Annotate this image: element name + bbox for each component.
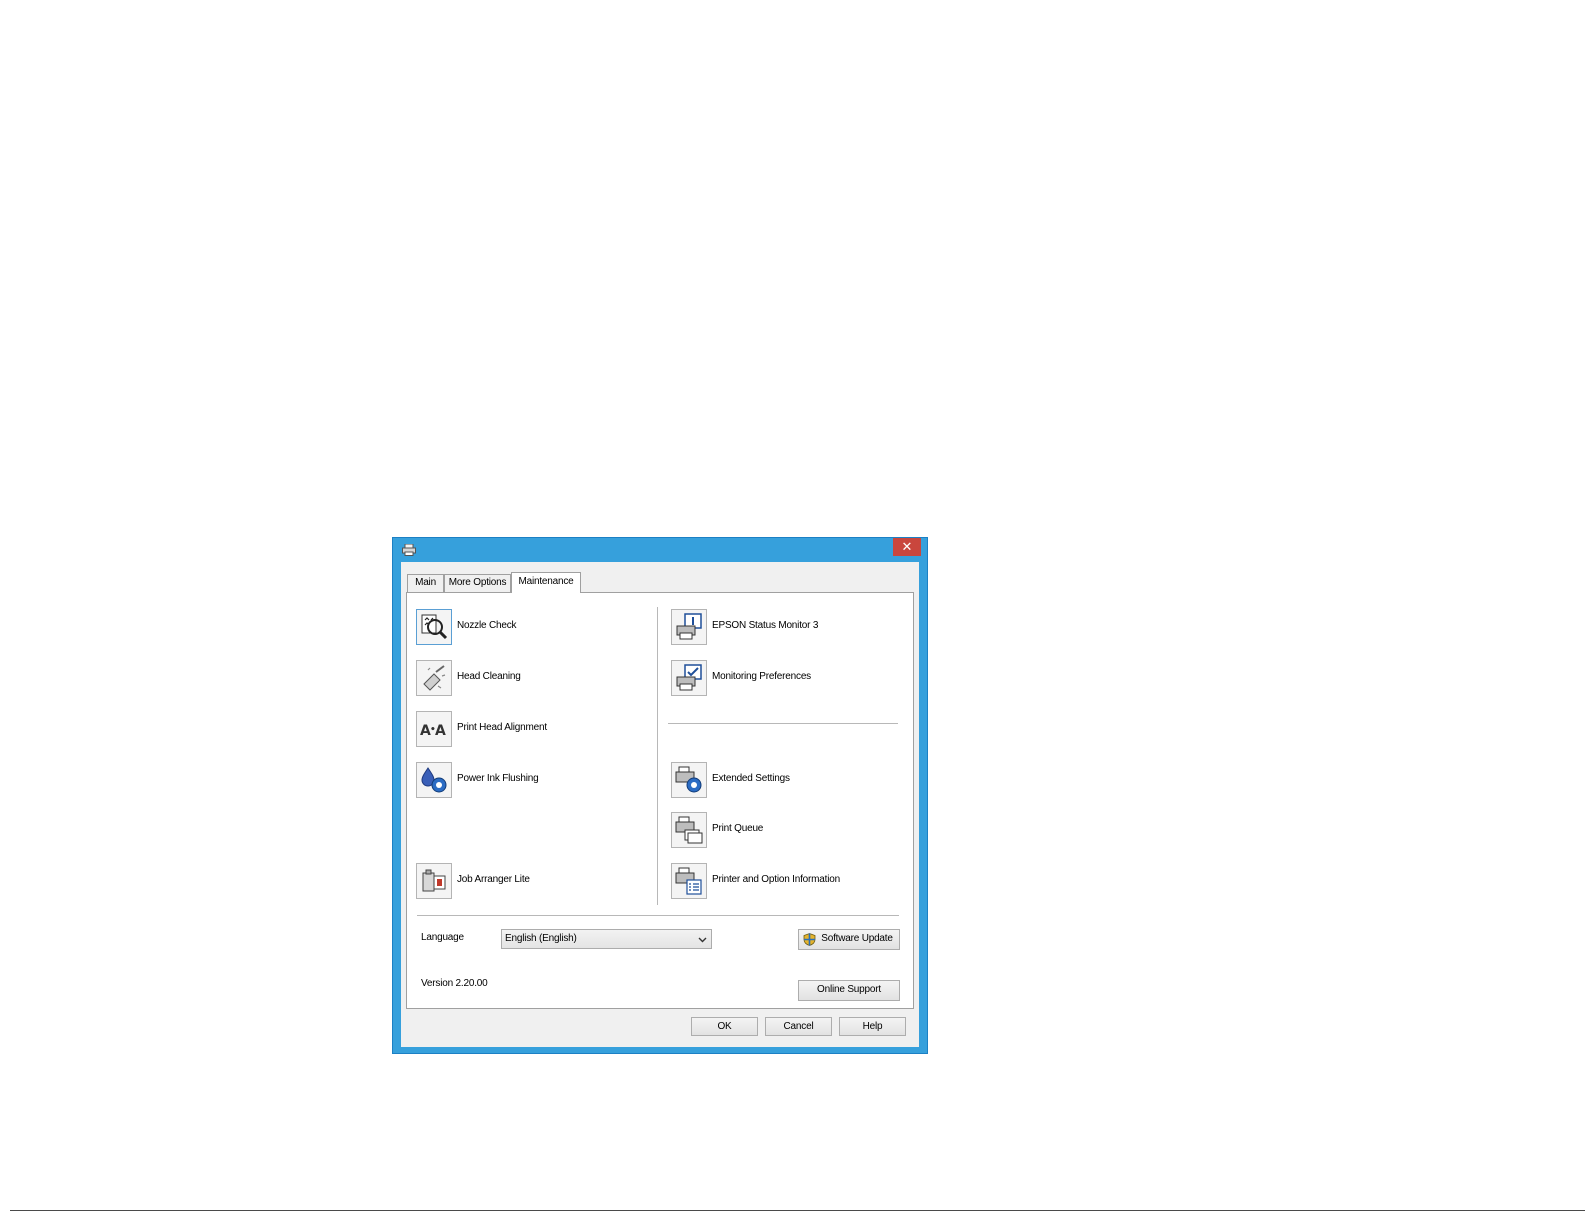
epson-status-monitor-button[interactable]	[671, 609, 707, 645]
language-select[interactable]: English (English)	[501, 929, 712, 949]
print-queue-icon	[675, 816, 703, 844]
printer-info-icon	[675, 867, 702, 895]
monitoring-preferences-button[interactable]	[671, 660, 707, 696]
right-section-divider	[668, 723, 898, 724]
extended-settings-label: Extended Settings	[712, 773, 790, 784]
head-cleaning-icon	[423, 665, 446, 691]
page-baseline	[10, 1210, 1585, 1211]
close-icon: ✕	[901, 539, 913, 554]
dialog-client-area: Main More Options Maintenance Nozzle Che…	[401, 562, 919, 1047]
software-update-button[interactable]: Software Update	[798, 929, 900, 950]
column-divider	[657, 607, 658, 905]
print-head-alignment-button[interactable]: A • A	[416, 711, 452, 747]
job-arranger-lite-label: Job Arranger Lite	[457, 874, 530, 885]
software-update-label: Software Update	[821, 933, 893, 944]
tab-maintenance[interactable]: Maintenance	[511, 572, 581, 593]
monitoring-preferences-label: Monitoring Preferences	[712, 671, 811, 682]
epson-status-monitor-label: EPSON Status Monitor 3	[712, 620, 819, 631]
printer-icon	[402, 544, 416, 556]
page: ✕ Main More Options Maintenance Nozzle C…	[0, 0, 1585, 1225]
print-head-alignment-label: Print Head Alignment	[457, 722, 547, 733]
online-support-button[interactable]: Online Support	[798, 980, 900, 1001]
ink-flushing-icon	[421, 767, 447, 793]
nozzle-check-icon	[421, 614, 448, 640]
job-arranger-lite-button[interactable]	[416, 863, 452, 899]
job-arranger-icon	[422, 869, 446, 892]
nozzle-check-button[interactable]	[416, 609, 452, 645]
shield-icon	[803, 933, 816, 946]
maintenance-panel: Nozzle Check Head Cleaning A • A Print H…	[406, 592, 914, 1009]
head-cleaning-button[interactable]	[416, 660, 452, 696]
chevron-down-icon	[698, 937, 707, 943]
language-label: Language	[421, 932, 464, 943]
printer-preferences-dialog: ✕ Main More Options Maintenance Nozzle C…	[392, 537, 928, 1054]
printer-option-information-label: Printer and Option Information	[712, 874, 840, 885]
print-queue-label: Print Queue	[712, 823, 764, 834]
print-queue-button[interactable]	[671, 812, 707, 848]
alignment-icon: A • A	[420, 723, 446, 739]
section-divider	[417, 915, 899, 916]
printer-option-information-button[interactable]	[671, 863, 707, 899]
cancel-button[interactable]: Cancel	[765, 1017, 832, 1036]
extended-settings-icon	[675, 766, 702, 793]
monitoring-preferences-icon	[676, 664, 702, 691]
tab-main[interactable]: Main	[407, 574, 444, 592]
head-cleaning-label: Head Cleaning	[457, 671, 521, 682]
status-monitor-icon	[676, 613, 702, 640]
power-ink-flushing-button[interactable]	[416, 762, 452, 798]
power-ink-flushing-label: Power Ink Flushing	[457, 773, 539, 784]
nozzle-check-label: Nozzle Check	[457, 620, 517, 631]
title-bar[interactable]: ✕	[393, 538, 927, 561]
help-button[interactable]: Help	[839, 1017, 906, 1036]
tab-more-options[interactable]: More Options	[444, 574, 511, 592]
extended-settings-button[interactable]	[671, 762, 707, 798]
version-label: Version 2.20.00	[421, 978, 488, 989]
close-button[interactable]: ✕	[893, 538, 921, 556]
svg-text:A: A	[435, 723, 446, 739]
language-select-value: English (English)	[505, 933, 577, 944]
ok-button[interactable]: OK	[691, 1017, 758, 1036]
